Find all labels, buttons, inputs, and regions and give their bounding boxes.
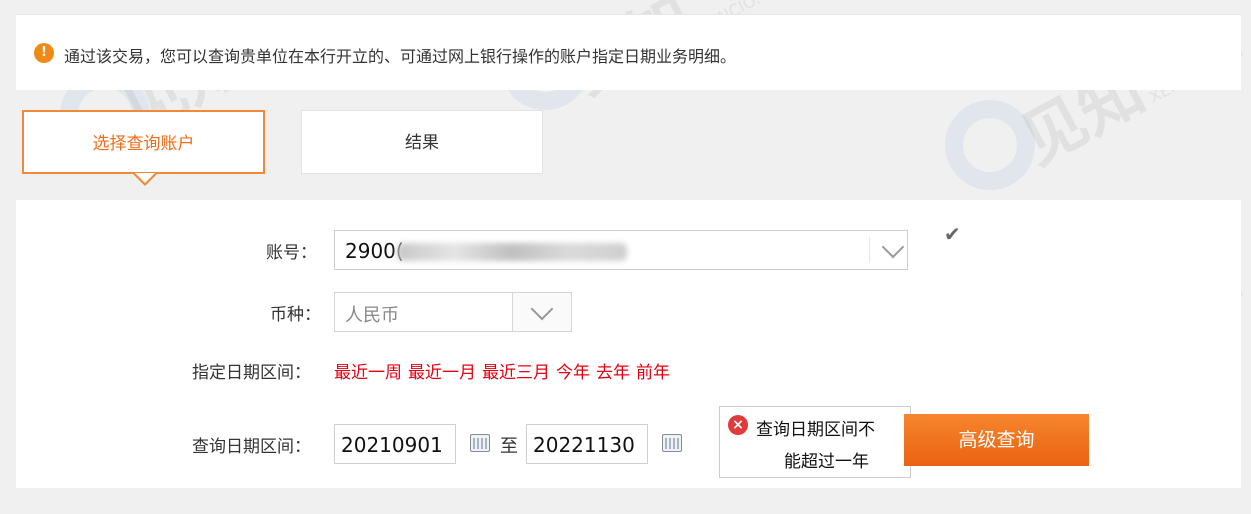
start-date-input[interactable]: 20210901 [334, 424, 456, 464]
range-last-month[interactable]: 最近一月 [408, 363, 476, 383]
redacted-account-number [397, 243, 627, 261]
range-year-before-last[interactable]: 前年 [636, 363, 670, 383]
advanced-search-button[interactable]: 高级查询 [904, 414, 1089, 466]
error-tooltip: × 查询日期区间不 能超过一年 [719, 406, 911, 478]
account-label: 账号： [266, 243, 317, 263]
tab-select-account[interactable]: 选择查询账户 [22, 110, 265, 186]
currency-label: 币种： [270, 305, 321, 325]
currency-value: 人民币 [345, 305, 399, 326]
error-text-line1: 查询日期区间不 [756, 420, 875, 440]
currency-dropdown-button[interactable] [512, 292, 572, 332]
select-divider [869, 237, 870, 263]
range-last-week[interactable]: 最近一周 [334, 363, 402, 383]
step-tabs: 选择查询账户 结果 [0, 100, 1251, 200]
range-last-year[interactable]: 去年 [596, 363, 630, 383]
date-range-label: 指定日期区间： [192, 363, 311, 383]
chevron-down-icon [881, 235, 905, 259]
checkmark-icon: ✔ [944, 222, 961, 246]
info-icon: ! [34, 43, 54, 63]
notice-text: 通过该交易，您可以查询贵单位在本行开立的、可通过网上银行操作的账户指定日期业务明… [64, 47, 737, 66]
to-label: 至 [500, 436, 518, 457]
range-last-three-months[interactable]: 最近三月 [482, 363, 550, 383]
notice-bar: ! 通过该交易，您可以查询贵单位在本行开立的、可通过网上银行操作的账户指定日期业… [16, 14, 1241, 90]
account-value: 2900( [345, 239, 404, 263]
currency-select[interactable]: 人民币 [334, 292, 572, 332]
error-icon: × [728, 415, 748, 435]
query-form: 账号： 2900( ✔ 币种： 人民币 指定日期区间： 最近一周 最近一月 最近三月… [16, 200, 1241, 488]
chevron-down-icon [530, 297, 554, 321]
quick-range-links: 最近一周 最近一月 最近三月 今年 去年 前年 [334, 358, 676, 383]
query-date-label: 查询日期区间： [192, 437, 311, 457]
end-date-input[interactable]: 20221130 [526, 424, 648, 464]
tab-result[interactable]: 结果 [301, 110, 543, 174]
calendar-icon[interactable] [470, 434, 490, 452]
account-select[interactable]: 2900( [334, 230, 908, 270]
calendar-icon[interactable] [662, 434, 682, 452]
tab-pointer-fill [135, 173, 155, 183]
error-text-line2: 能超过一年 [784, 452, 869, 472]
range-this-year[interactable]: 今年 [556, 363, 590, 383]
